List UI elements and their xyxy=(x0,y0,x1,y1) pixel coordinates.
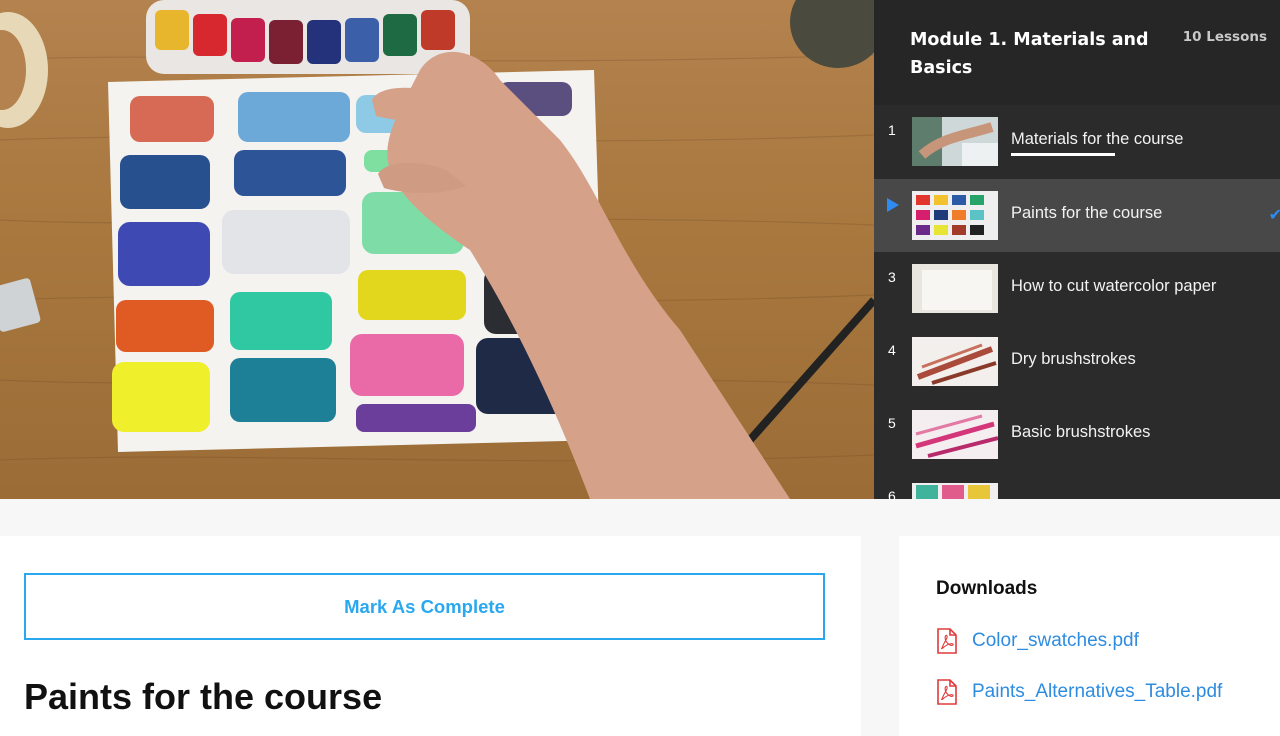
pdf-icon xyxy=(937,628,957,654)
lesson-title: Materials for the course xyxy=(1011,130,1184,148)
lesson-title: How to cut watercolor paper xyxy=(1011,277,1217,295)
lesson-content-card: Mark As Complete Paints for the course xyxy=(0,536,861,736)
module-title: Module 1. Materials and Basics xyxy=(910,30,1149,78)
lesson-item-active[interactable]: Paints for the course ✔ xyxy=(874,179,1280,252)
page-title: Paints for the course xyxy=(24,676,383,717)
lesson-number: 5 xyxy=(888,415,896,431)
lesson-number: 1 xyxy=(888,122,896,138)
lesson-thumbnail xyxy=(912,264,998,313)
lesson-number: 4 xyxy=(888,342,896,358)
lesson-item[interactable]: 3 How to cut watercolor paper xyxy=(874,252,1280,325)
lesson-count: 10 Lessons xyxy=(1182,29,1267,45)
video-player[interactable] xyxy=(0,0,874,499)
playlist-header: Module 1. Materials and Basics 10 Lesson… xyxy=(874,0,1280,105)
download-filename: Color_swatches.pdf xyxy=(972,630,1139,651)
lesson-progress-bar xyxy=(1011,153,1115,156)
lesson-thumbnail xyxy=(912,410,998,459)
pdf-icon xyxy=(937,679,957,705)
lesson-playlist: Module 1. Materials and Basics 10 Lesson… xyxy=(874,0,1280,499)
download-link[interactable]: Color_swatches.pdf xyxy=(936,628,1139,654)
lesson-item[interactable]: 4 Dry brushstrokes xyxy=(874,325,1280,398)
download-link[interactable]: Paints_Alternatives_Table.pdf xyxy=(936,679,1222,705)
play-icon xyxy=(887,198,899,212)
lesson-title: Paints for the course xyxy=(1011,204,1163,222)
lesson-title: Basic brushstrokes xyxy=(1011,423,1151,441)
completed-check-icon: ✔ xyxy=(1268,205,1280,224)
downloads-panel: Downloads Color_swatches.pdf Paints_Alte… xyxy=(899,536,1280,736)
paint-palette xyxy=(146,0,470,74)
mark-as-complete-button[interactable]: Mark As Complete xyxy=(24,573,825,640)
downloads-heading: Downloads xyxy=(936,578,1038,599)
lesson-thumbnail xyxy=(912,483,998,499)
lesson-number: 3 xyxy=(888,269,896,285)
lesson-title: Dry brushstrokes xyxy=(1011,350,1136,368)
lesson-thumbnail xyxy=(912,117,998,166)
lesson-thumbnail xyxy=(912,191,998,240)
lesson-number: 6 xyxy=(888,488,896,499)
lesson-item[interactable]: 6 xyxy=(874,471,1280,499)
lesson-item[interactable]: 1 Materials for the course xyxy=(874,105,1280,178)
video-frame xyxy=(0,0,874,499)
download-filename: Paints_Alternatives_Table.pdf xyxy=(972,681,1223,702)
lesson-item[interactable]: 5 Basic brushstrokes xyxy=(874,398,1280,471)
lesson-thumbnail xyxy=(912,337,998,386)
